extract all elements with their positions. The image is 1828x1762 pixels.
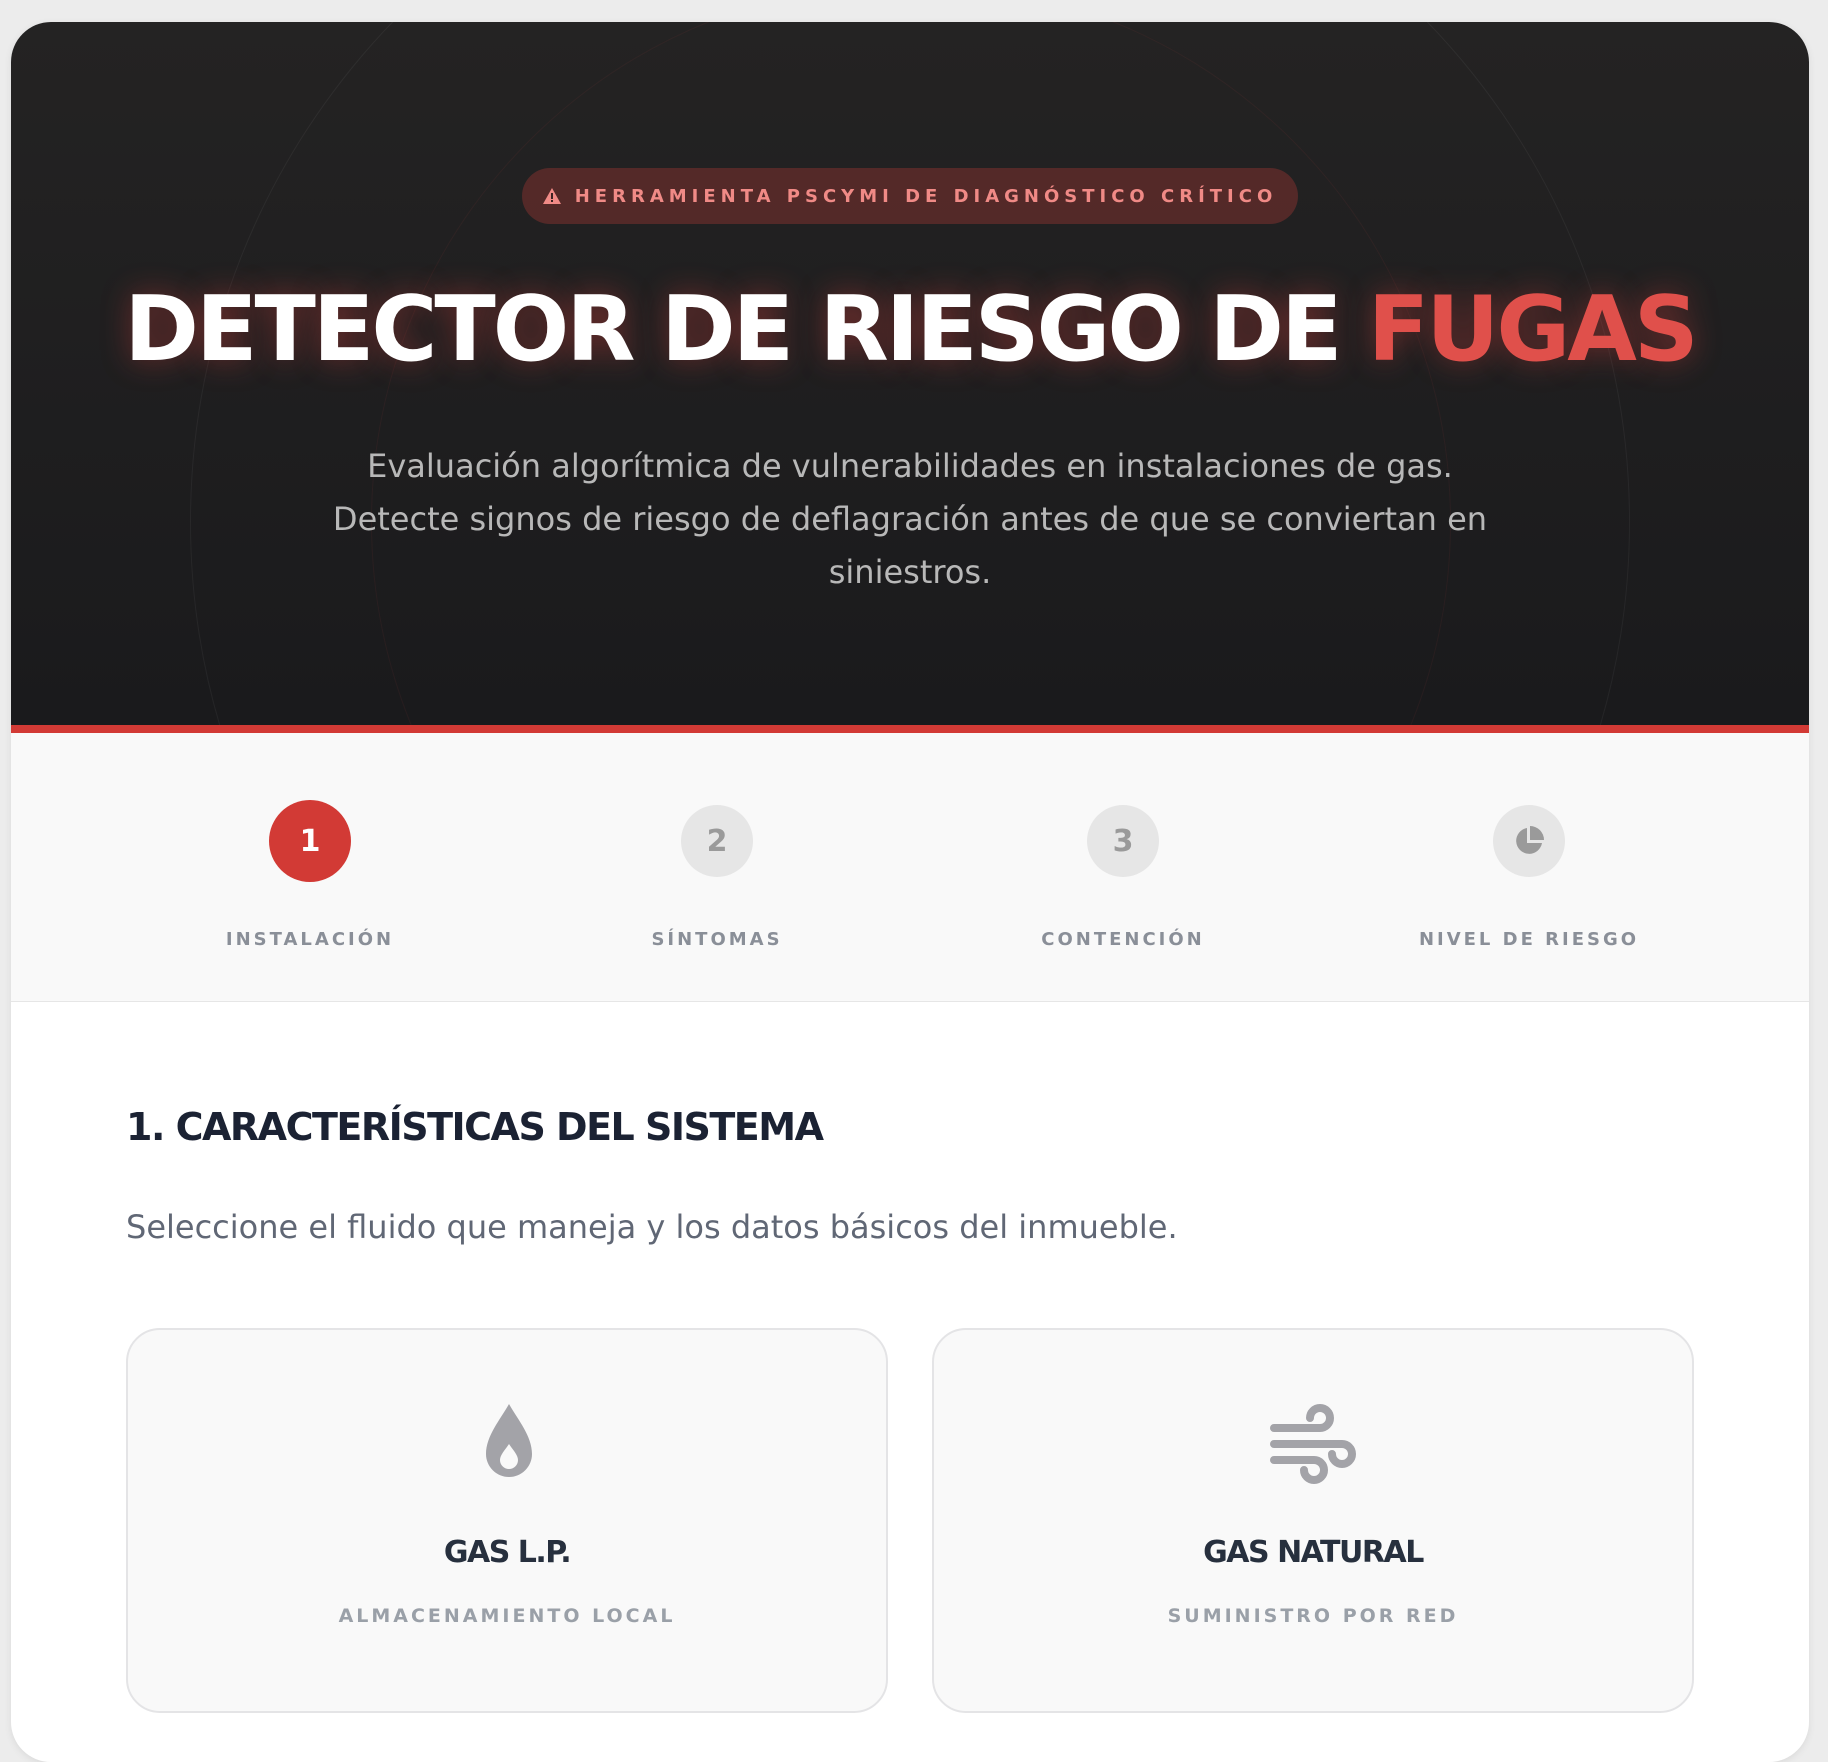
section-title: 1. CARACTERÍSTICAS DEL SISTEMA	[126, 1105, 824, 1149]
step-nivel-de-riesgo[interactable]: NIVEL DE RIESGO	[1379, 733, 1679, 1002]
hero-subtitle-line: Detecte signos de riesgo de deflagración…	[332, 500, 1488, 538]
option-gas-lp[interactable]: GAS L.P. ALMACENAMIENTO LOCAL	[126, 1328, 888, 1713]
step-label: CONTENCIÓN	[1041, 929, 1205, 950]
section-description: Seleccione el fluido que maneja y los da…	[126, 1208, 1178, 1246]
droplet-icon	[486, 1404, 532, 1477]
step-number: 2	[681, 805, 753, 877]
hero-subtitle: Evaluación algorítmica de vulnerabilidad…	[310, 440, 1510, 599]
option-description: SUMINISTRO POR RED	[1167, 1605, 1459, 1627]
pie-chart-icon	[1516, 826, 1544, 854]
hero-subtitle-line: Evaluación algorítmica de vulnerabilidad…	[367, 447, 1453, 485]
step-label: SÍNTOMAS	[651, 929, 783, 950]
step-icon-circle	[1493, 805, 1565, 877]
wind-icon	[1270, 1404, 1356, 1484]
step-label: NIVEL DE RIESGO	[1418, 929, 1640, 950]
option-name: GAS NATURAL	[1203, 1535, 1424, 1570]
hero-header: HERRAMIENTA PSCYMI DE DIAGNÓSTICO CRÍTIC…	[11, 22, 1809, 725]
step-number: 3	[1087, 805, 1159, 877]
page-title-main: DETECTOR DE RIESGO DE	[124, 277, 1368, 382]
option-description: ALMACENAMIENTO LOCAL	[338, 1605, 676, 1627]
step-instalacion[interactable]: 1 INSTALACIÓN	[160, 733, 460, 1002]
step-label: INSTALACIÓN	[225, 929, 395, 950]
option-name: GAS L.P.	[443, 1535, 572, 1570]
warning-icon	[542, 188, 561, 204]
step-contencion[interactable]: 3 CONTENCIÓN	[973, 733, 1273, 1002]
tool-badge-label: HERRAMIENTA PSCYMI DE DIAGNÓSTICO CRÍTIC…	[574, 185, 1278, 207]
hero-subtitle-line: siniestros.	[828, 553, 992, 591]
step-number: 1	[269, 800, 351, 882]
progress-stepper: 1 INSTALACIÓN 2 SÍNTOMAS 3 CONTENCIÓN NI…	[11, 733, 1809, 1002]
app-card: HERRAMIENTA PSCYMI DE DIAGNÓSTICO CRÍTIC…	[11, 22, 1809, 1762]
page-title-accent: FUGAS	[1367, 277, 1699, 382]
hero-divider	[11, 725, 1809, 733]
page-title: DETECTOR DE RIESGO DE FUGAS	[11, 280, 1809, 380]
tool-badge: HERRAMIENTA PSCYMI DE DIAGNÓSTICO CRÍTIC…	[522, 168, 1298, 224]
step-sintomas[interactable]: 2 SÍNTOMAS	[567, 733, 867, 1002]
option-gas-natural[interactable]: GAS NATURAL SUMINISTRO POR RED	[932, 1328, 1694, 1713]
